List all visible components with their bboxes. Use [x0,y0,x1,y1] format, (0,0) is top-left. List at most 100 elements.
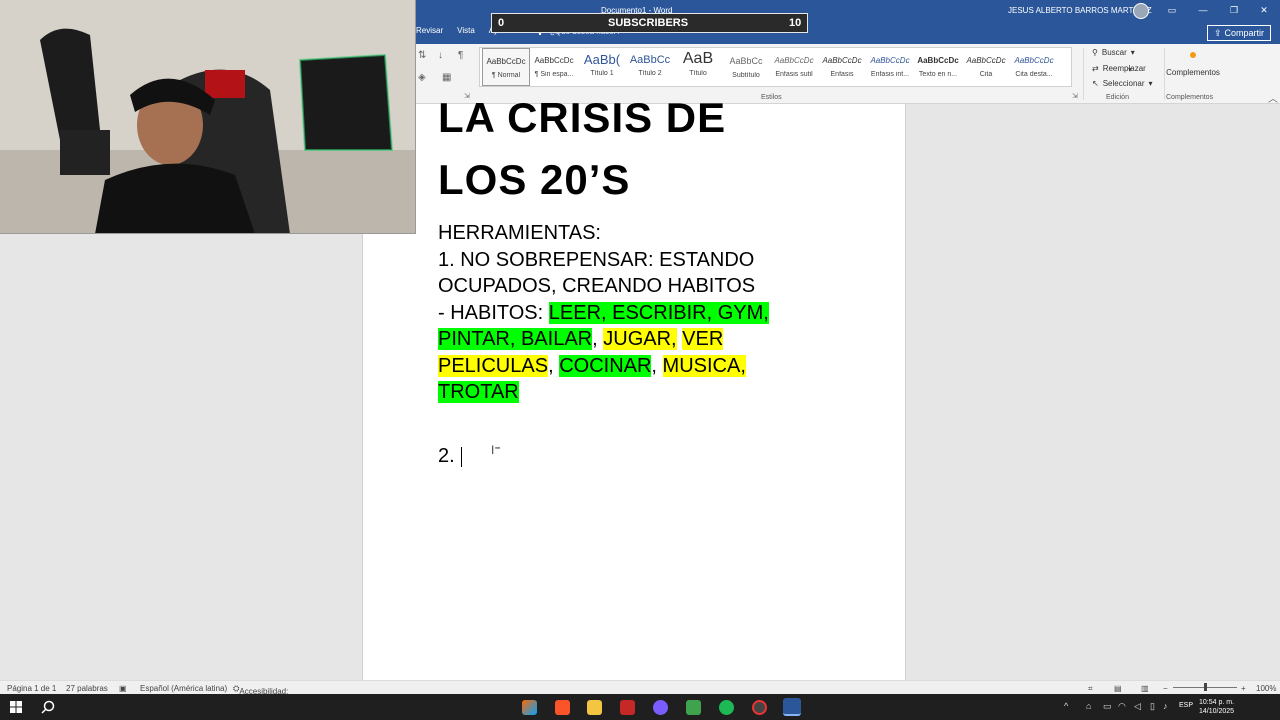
minimize-icon[interactable]: — [1194,3,1212,17]
tab-vista[interactable]: Vista [457,26,475,35]
obs-icon[interactable] [752,700,767,715]
habits-paragraph: - HABITOS: LEER, ESCRIBIR, GYM, PINTAR, … [438,301,769,403]
vpn-app-icon[interactable] [686,700,701,715]
styles-launcher-icon[interactable]: ⇲ [1072,92,1078,100]
list-item-1-line-2: OCUPADOS, CREANDO HABITOS [438,275,756,297]
ibeam-cursor-icon: I⁼ [491,443,501,457]
word-app-icon[interactable] [783,698,801,716]
share-icon: ⇪ [1213,27,1222,38]
replace-button[interactable]: ⇄ Reemplazar [1092,64,1146,73]
phone-icon[interactable]: ▯ [1150,701,1155,712]
text-cursor [460,446,462,467]
zoom-in-icon[interactable]: + [1241,684,1246,693]
proofing-icon[interactable]: ▣ [119,684,127,693]
chevron-down-icon: ▾ [1148,79,1153,88]
editing-group-label: Edición [1106,94,1129,101]
zoom-slider-thumb[interactable] [1204,683,1207,691]
highlight-green: PINTAR, BAILAR [438,328,593,350]
close-icon[interactable]: ✕ [1255,3,1273,17]
share-button[interactable]: ⇪ Compartir [1207,25,1271,41]
style-subtle-emphasis[interactable]: AaBbCcDc Énfasis sutil [770,48,818,86]
search-icon[interactable] [41,700,55,714]
addins-button[interactable]: Complementos [1163,52,1223,77]
avatar[interactable] [1133,3,1149,19]
language-status[interactable]: Español (América latina) [140,684,227,693]
subscriber-goal: 10 [789,17,802,29]
style-title[interactable]: AaB Título [674,48,722,86]
subscriber-counter-overlay: 0 SUBSCRIBERS 10 [491,13,808,33]
restore-icon[interactable]: ❐ [1225,3,1243,17]
clock-date: 14/10/2025 [1199,708,1235,715]
style-no-spacing[interactable]: AaBbCcDc ¶ Sin espa... [530,48,578,86]
page-count[interactable]: Página 1 de 1 [7,684,56,693]
highlight-yellow: PELICULAS [438,354,549,377]
doc-heading: HERRAMIENTAS: [438,222,601,244]
subscriber-label: SUBSCRIBERS [608,17,689,29]
media-player-icon[interactable] [620,700,635,715]
style-heading-1[interactable]: AaBb(Título 1 [578,48,626,86]
clock[interactable]: 10:54 p. m. 14/10/2025 [1199,698,1234,716]
accessibility-status[interactable]: ⛭ Accesibilidad: todo correcto [233,684,288,705]
borders-icon[interactable]: ▦ [442,72,451,83]
document-page[interactable]: LA CRISIS DE LOS 20’S HERRAMIENTAS: 1. N… [362,94,906,680]
input-language[interactable]: ESP [1179,702,1193,709]
brave-browser-icon[interactable] [555,700,570,715]
list-item-2[interactable]: 2. [438,445,462,468]
styles-gallery: AaBbCcDc ¶ Normal AaBbCcDc ¶ Sin espa... A… [479,47,1132,87]
sort-icon[interactable]: ⇅ [418,50,426,61]
volume-icon[interactable]: ◁ [1134,701,1141,712]
share-label: Compartir [1224,28,1265,38]
highlight-green: TROTAR [438,381,519,403]
style-subtitle[interactable]: AaBbCc Subtítulo [722,48,770,86]
group-separator [1083,48,1084,100]
shading-icon[interactable]: ◈ [418,72,426,83]
spotify-icon[interactable] [719,700,734,715]
webcam-image [0,0,415,233]
wifi-icon[interactable]: ◠ [1118,701,1126,712]
webcam-overlay [0,0,416,234]
highlight-green: LEER, ESCRIBIR, GYM, [548,301,769,324]
copilot-icon[interactable] [522,700,537,715]
search-icon: ⚲ [1092,48,1098,57]
ribbon-display-icon[interactable]: ▭ [1163,3,1181,17]
doc-title-line-1: LA CRISIS DE [438,94,727,141]
select-button[interactable]: ↖ Seleccionar ▾ [1092,79,1153,88]
status-bar: Página 1 de 1 27 palabras ▣ Español (Amé… [0,680,1280,705]
styles-group-label: Estilos [761,94,782,101]
highlight-yellow: VER [682,328,724,350]
addins-group-label: Complementos [1166,94,1214,101]
battery-icon[interactable]: ▭ [1103,701,1112,712]
document-body[interactable]: HERRAMIENTAS: 1. NO SOBREPENSAR: ESTANDO… [438,220,818,406]
paragraph-mark-icon[interactable]: ¶ [458,50,463,61]
web-layout-icon[interactable]: ▥ [1141,684,1149,693]
doc-title-line-2: LOS 20’S [438,156,631,203]
find-button[interactable]: ⚲ Buscar ▾ [1092,48,1135,57]
replace-icon: ⇄ [1092,64,1099,73]
zoom-level[interactable]: 100% [1256,684,1276,693]
zoom-out-icon[interactable]: − [1163,684,1168,693]
collapse-ribbon-icon[interactable]: ︿ [1268,90,1278,105]
speaker-icon[interactable]: ♪ [1163,701,1168,711]
taskbar: ^ ⌂ ▭ ◠ ◁ ▯ ♪ ESP 10:54 p. m. 14/10/2025 [0,694,1280,720]
focus-mode-icon[interactable]: ⌗ [1088,684,1093,694]
style-normal[interactable]: AaBbCcDc ¶ Normal [482,48,530,86]
chat-app-icon[interactable] [653,700,668,715]
style-intense-quote[interactable]: AaBbCcDc Cita desta... [1010,48,1058,86]
user-name[interactable]: JESUS ALBERTO BARROS MARTINEZ [1008,6,1152,15]
file-explorer-icon[interactable] [587,700,602,715]
style-intense-emphasis[interactable]: AaBbCcDc Énfasis int... [866,48,914,86]
network-icon[interactable]: ⌂ [1086,701,1091,711]
windows-start-icon[interactable] [10,701,22,713]
subscriber-start: 0 [498,17,505,29]
style-quote[interactable]: AaBbCcDc Cita [962,48,1010,86]
select-icon: ↖ [1092,79,1099,88]
tray-overflow-icon[interactable]: ^ [1064,701,1068,711]
style-strong[interactable]: AaBbCcDc Texto en n... [914,48,962,86]
print-layout-icon[interactable]: ▤ [1114,684,1122,693]
highlight-yellow: MUSICA, [662,354,746,377]
sort-az-icon[interactable]: ↓ [438,50,443,61]
word-count[interactable]: 27 palabras [66,684,108,693]
style-heading-2[interactable]: AaBbCc Título 2 [626,48,674,86]
style-emphasis[interactable]: AaBbCcDc Énfasis [818,48,866,86]
tab-revisar[interactable]: Revisar [416,26,443,35]
